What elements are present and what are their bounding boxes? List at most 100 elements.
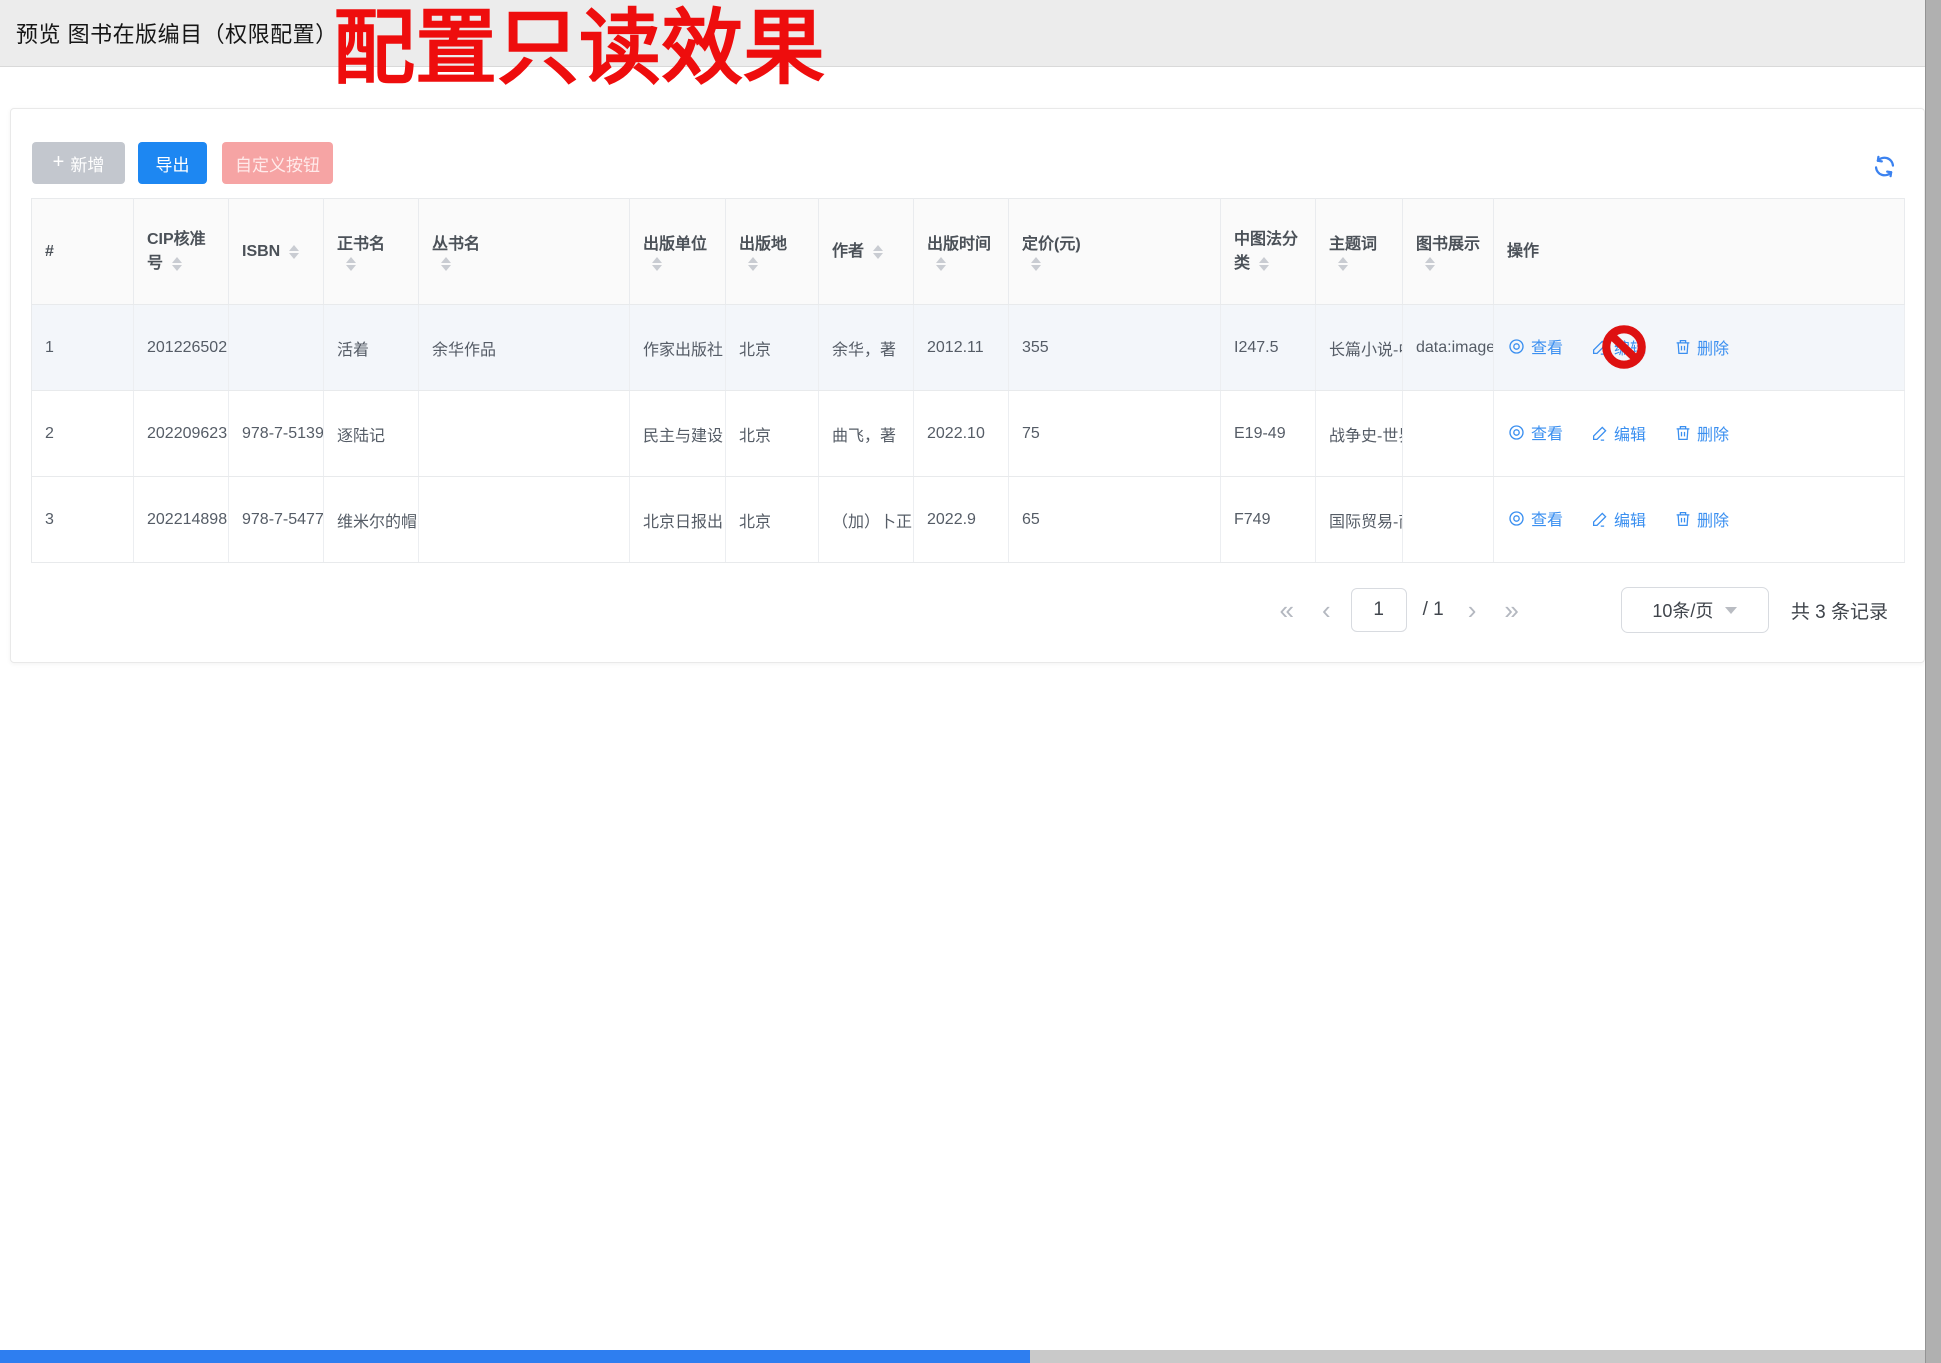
readonly-annotation: 配置只读效果 xyxy=(333,6,825,92)
cell-pubdate: 2022.9 xyxy=(914,477,1009,563)
sort-caret[interactable] xyxy=(1338,257,1348,271)
col-header-author[interactable]: 作者 xyxy=(819,199,914,305)
pagination-last-button[interactable]: » xyxy=(1504,597,1518,623)
export-button[interactable]: 导出 xyxy=(138,142,207,184)
sort-caret[interactable] xyxy=(1031,257,1041,271)
cell-actions: 查看 编辑 删除 xyxy=(1494,477,1905,563)
cell-series xyxy=(419,391,630,477)
cell-pubdate: 2012.11 xyxy=(914,305,1009,391)
cell-clc: F749 xyxy=(1221,477,1316,563)
books-table: #CIP核准号ISBN正书名丛书名出版单位出版地作者出版时间定价(元)中图法分类… xyxy=(31,198,1905,563)
cell-place: 北京 xyxy=(726,477,819,563)
delete-button[interactable]: 删除 xyxy=(1674,335,1729,359)
custom-button[interactable]: 自定义按钮 xyxy=(222,142,333,184)
page-size-select[interactable]: 10条/页 xyxy=(1621,587,1769,633)
col-header-image[interactable]: 图书展示 xyxy=(1403,199,1494,305)
delete-button[interactable]: 删除 xyxy=(1674,421,1729,445)
cell-subject: 国际贸易-商 xyxy=(1316,477,1403,563)
add-button[interactable]: + 新增 xyxy=(32,142,125,184)
sort-caret[interactable] xyxy=(289,245,299,259)
delete-label: 删除 xyxy=(1697,335,1729,359)
cell-publisher: 作家出版社 xyxy=(630,305,726,391)
col-header-isbn[interactable]: ISBN xyxy=(229,199,324,305)
edit-label: 编辑 xyxy=(1614,507,1646,531)
cell-actions: 查看 编辑 删除 xyxy=(1494,305,1905,391)
eye-icon xyxy=(1507,509,1526,528)
table-row: 1201226502活着余华作品作家出版社北京余华，著2012.11355I24… xyxy=(32,305,1905,391)
edit-label: 编辑 xyxy=(1614,421,1646,445)
cell-subject: 战争史-世界 xyxy=(1316,391,1403,477)
col-header-place[interactable]: 出版地 xyxy=(726,199,819,305)
col-header-price[interactable]: 定价(元) xyxy=(1009,199,1221,305)
edit-button[interactable]: 编辑 xyxy=(1591,335,1646,359)
sort-caret[interactable] xyxy=(346,257,356,271)
trash-icon xyxy=(1674,510,1692,528)
pagination: « ‹ 1 / 1 › » 10条/页 共 3 条记录 xyxy=(11,558,1924,662)
pagination-current-page[interactable]: 1 xyxy=(1351,588,1407,632)
cell-author: 余华，著 xyxy=(819,305,914,391)
refresh-icon[interactable] xyxy=(1871,153,1898,180)
col-header-subject[interactable]: 主题词 xyxy=(1316,199,1403,305)
cell-author: （加）卜正 xyxy=(819,477,914,563)
plus-icon: + xyxy=(53,152,65,172)
cell-isbn: 978-7-5477 xyxy=(229,477,324,563)
pagination-total-pages: / 1 xyxy=(1423,599,1444,621)
cell-image xyxy=(1403,391,1494,477)
progress-bar xyxy=(0,1350,1030,1363)
col-header-book_title[interactable]: 正书名 xyxy=(324,199,419,305)
page-title: 预览 图书在版编目（权限配置） xyxy=(0,17,338,49)
col-header-publisher[interactable]: 出版单位 xyxy=(630,199,726,305)
col-header-clc[interactable]: 中图法分类 xyxy=(1221,199,1316,305)
pagination-prev-button[interactable]: ‹ xyxy=(1322,597,1331,623)
cell-place: 北京 xyxy=(726,305,819,391)
sort-caret[interactable] xyxy=(172,257,182,271)
pencil-icon xyxy=(1591,338,1609,356)
cell-pubdate: 2022.10 xyxy=(914,391,1009,477)
view-label: 查看 xyxy=(1531,334,1563,358)
cell-idx: 2 xyxy=(32,391,134,477)
cell-cip: 201226502 xyxy=(134,305,229,391)
delete-button[interactable]: 删除 xyxy=(1674,507,1729,531)
view-button[interactable]: 查看 xyxy=(1507,420,1563,444)
page-size-value: 10条/页 xyxy=(1652,597,1713,623)
col-header-actions: 操作 xyxy=(1494,199,1905,305)
cell-price: 355 xyxy=(1009,305,1221,391)
view-button[interactable]: 查看 xyxy=(1507,506,1563,530)
pagination-next-button[interactable]: › xyxy=(1468,597,1477,623)
sort-caret[interactable] xyxy=(748,257,758,271)
cell-idx: 3 xyxy=(32,477,134,563)
sort-caret[interactable] xyxy=(441,257,451,271)
eye-icon xyxy=(1507,423,1526,442)
sort-caret[interactable] xyxy=(1425,257,1435,271)
sort-caret[interactable] xyxy=(873,245,883,259)
trash-icon xyxy=(1674,424,1692,442)
table-row: 2202209623978-7-5139逐陆记民主与建设北京曲飞，著2022.1… xyxy=(32,391,1905,477)
add-label: 新增 xyxy=(70,151,104,176)
window-scrollbar[interactable] xyxy=(1925,0,1941,1363)
cell-cip: 202214898 xyxy=(134,477,229,563)
col-header-idx: # xyxy=(32,199,134,305)
view-button[interactable]: 查看 xyxy=(1507,334,1563,358)
sort-caret[interactable] xyxy=(936,257,946,271)
edit-button[interactable]: 编辑 xyxy=(1591,421,1646,445)
edit-button[interactable]: 编辑 xyxy=(1591,507,1646,531)
cell-isbn xyxy=(229,305,324,391)
cell-series xyxy=(419,477,630,563)
sort-caret[interactable] xyxy=(1259,257,1269,271)
sort-caret[interactable] xyxy=(652,257,662,271)
cell-book_title: 逐陆记 xyxy=(324,391,419,477)
delete-label: 删除 xyxy=(1697,421,1729,445)
cell-idx: 1 xyxy=(32,305,134,391)
col-header-cip[interactable]: CIP核准号 xyxy=(134,199,229,305)
col-header-pubdate[interactable]: 出版时间 xyxy=(914,199,1009,305)
page-header: 预览 图书在版编目（权限配置） xyxy=(0,0,1926,67)
trash-icon xyxy=(1674,338,1692,356)
col-header-series[interactable]: 丛书名 xyxy=(419,199,630,305)
cell-clc: I247.5 xyxy=(1221,305,1316,391)
content-card: + 新增 导出 自定义按钮 #CIP核准号ISBN正书名丛书名出版单位出版地作者… xyxy=(10,108,1925,663)
cell-publisher: 民主与建设 xyxy=(630,391,726,477)
cell-author: 曲飞，著 xyxy=(819,391,914,477)
cell-place: 北京 xyxy=(726,391,819,477)
cell-series: 余华作品 xyxy=(419,305,630,391)
pagination-first-button[interactable]: « xyxy=(1279,597,1293,623)
